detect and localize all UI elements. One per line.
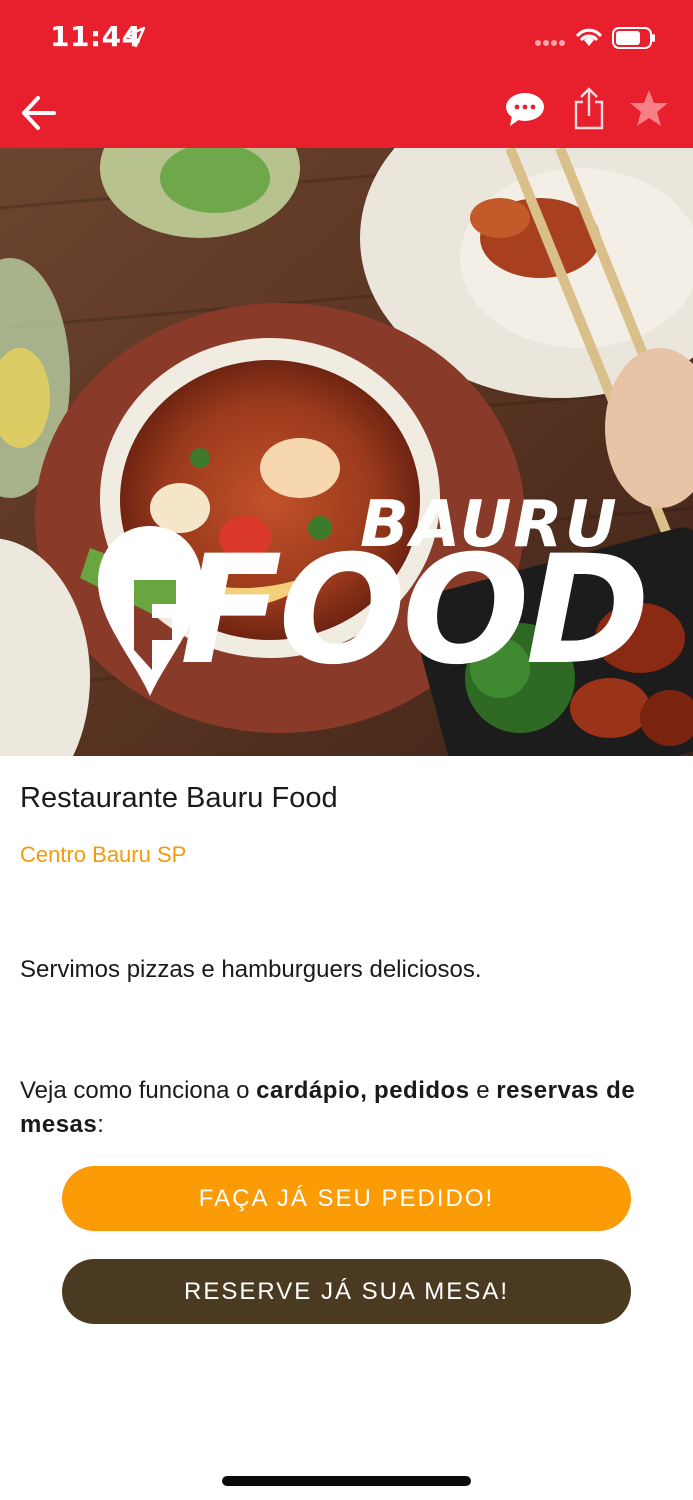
status-bar: 11:44: [0, 0, 693, 80]
nav-bar: [0, 80, 693, 148]
brand-food-text: FOOD: [180, 524, 650, 698]
restaurant-location: Centro Bauru SP: [20, 842, 187, 867]
battery-icon: [612, 27, 655, 49]
chat-bubble-icon[interactable]: [504, 90, 546, 130]
howto-text: Veja como funciona o cardápio, pedidos e…: [20, 1074, 670, 1142]
howto-sep2: e: [469, 1077, 497, 1104]
location-arrow-icon: [124, 26, 146, 48]
back-arrow-icon[interactable]: [18, 92, 60, 134]
share-icon[interactable]: [572, 86, 606, 130]
restaurant-description: Servimos pizzas e hamburguers deliciosos…: [20, 956, 482, 983]
cellular-signal-icon: [535, 40, 565, 46]
home-indicator[interactable]: [222, 1476, 471, 1486]
howto-cardapio: cardápio,: [256, 1077, 368, 1104]
reserve-table-button[interactable]: RESERVE JÁ SUA MESA!: [62, 1259, 631, 1324]
star-icon[interactable]: [629, 88, 669, 128]
wifi-icon: [576, 28, 602, 46]
howto-pedidos: pedidos: [374, 1077, 470, 1104]
howto-prefix: Veja como funciona o: [20, 1077, 257, 1104]
howto-suffix: :: [97, 1111, 104, 1138]
order-now-button[interactable]: FAÇA JÁ SEU PEDIDO!: [62, 1166, 631, 1231]
restaurant-name: Restaurante Bauru Food: [20, 782, 338, 814]
hero-image: BAURU FOOD: [0, 148, 693, 756]
